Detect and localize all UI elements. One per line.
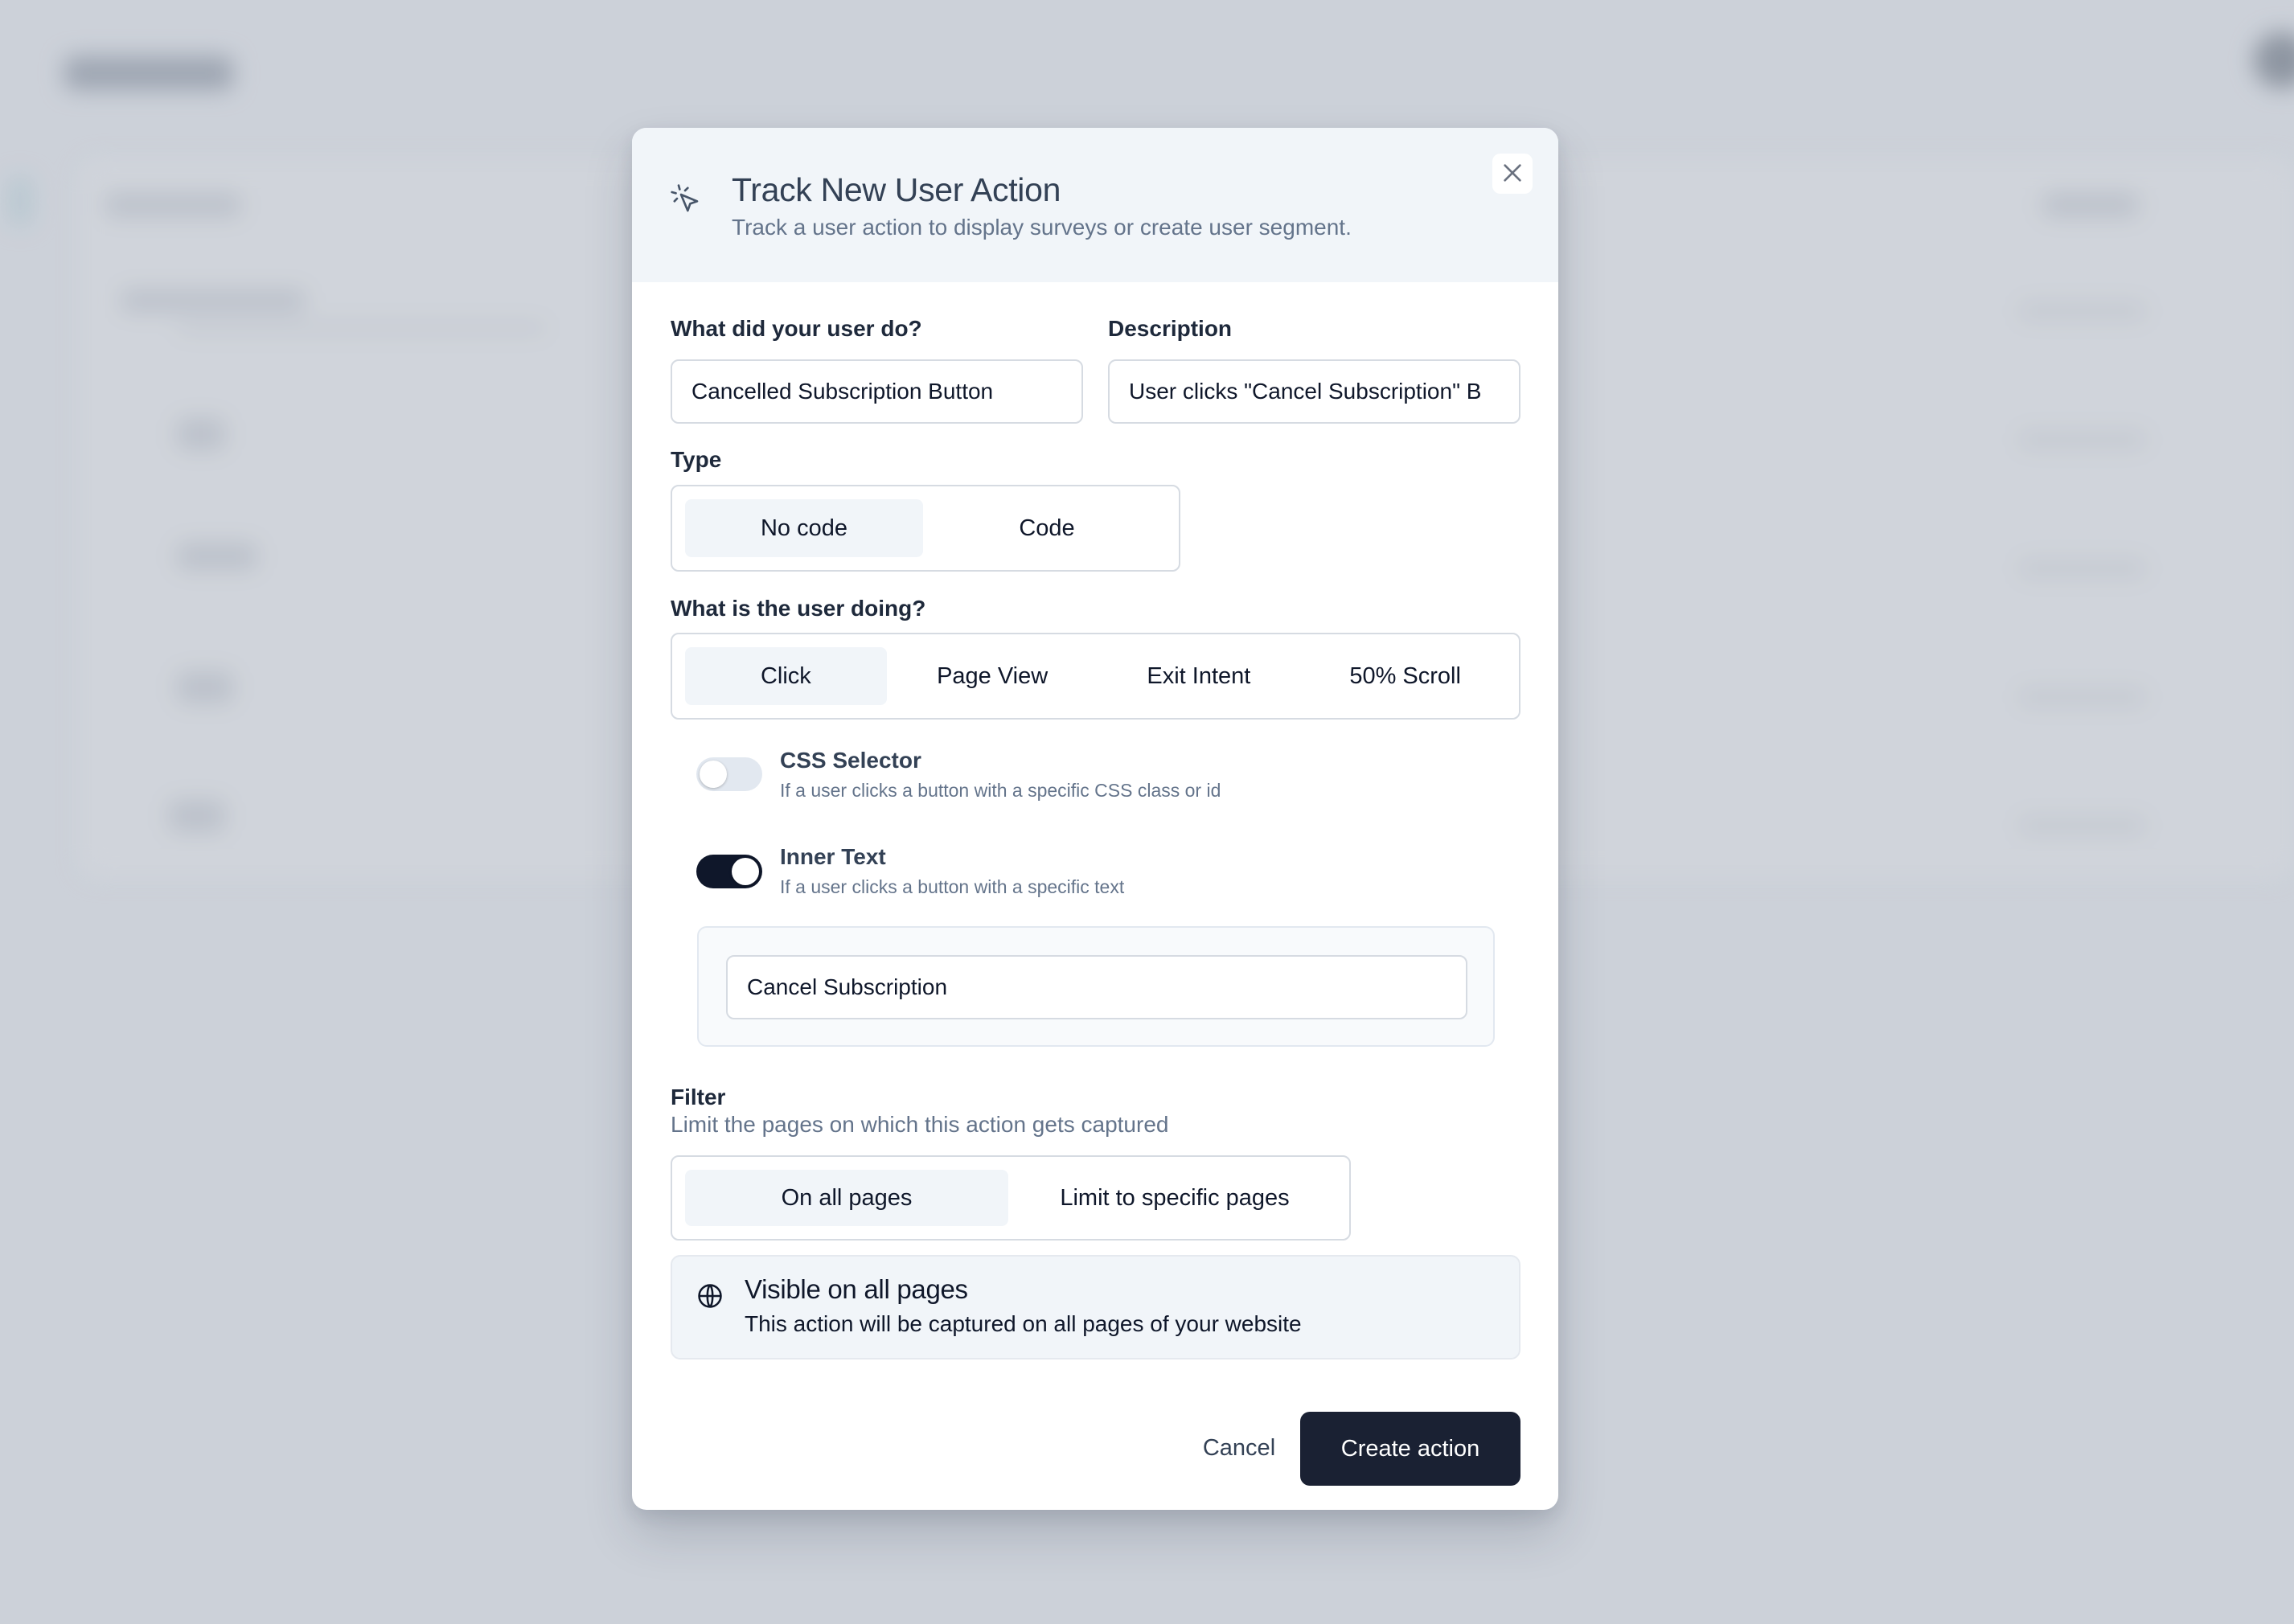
type-selector: No code Code bbox=[671, 485, 1180, 572]
info-description: This action will be captured on all page… bbox=[745, 1311, 1302, 1336]
css-selector-description: If a user clicks a button with a specifi… bbox=[780, 780, 1221, 801]
modal-subtitle: Track a user action to display surveys o… bbox=[732, 215, 1352, 240]
event-option-page-view[interactable]: Page View bbox=[892, 647, 1094, 705]
inner-text-input[interactable]: Cancel Subscription bbox=[726, 955, 1467, 1019]
event-option-exit-intent[interactable]: Exit Intent bbox=[1098, 647, 1300, 705]
filter-hint: Limit the pages on which this action get… bbox=[671, 1112, 1169, 1137]
filter-option-all-pages[interactable]: On all pages bbox=[685, 1170, 1008, 1226]
filter-label: Filter bbox=[671, 1085, 726, 1109]
modal-header: Track New User Action Track a user actio… bbox=[632, 128, 1558, 282]
cancel-button[interactable]: Cancel bbox=[1155, 1412, 1323, 1484]
inner-text-toggle[interactable] bbox=[696, 855, 762, 888]
action-name-input[interactable]: Cancelled Subscription Button bbox=[671, 359, 1083, 424]
page-filter-selector: On all pages Limit to specific pages bbox=[671, 1155, 1351, 1241]
cursor-click-icon bbox=[669, 182, 701, 215]
type-option-no-code[interactable]: No code bbox=[685, 499, 923, 557]
close-icon bbox=[1500, 160, 1525, 188]
description-input[interactable]: User clicks "Cancel Subscription" B bbox=[1108, 359, 1520, 424]
type-option-code[interactable]: Code bbox=[928, 499, 1166, 557]
inner-text-description: If a user clicks a button with a specifi… bbox=[780, 876, 1125, 897]
modal-title: Track New User Action bbox=[732, 171, 1061, 208]
create-action-button[interactable]: Create action bbox=[1300, 1412, 1520, 1486]
toggle-knob bbox=[700, 761, 727, 788]
inner-text-title: Inner Text bbox=[780, 844, 886, 869]
globe-icon bbox=[696, 1282, 724, 1310]
css-selector-title: CSS Selector bbox=[780, 748, 921, 773]
info-title: Visible on all pages bbox=[745, 1274, 968, 1304]
css-selector-toggle[interactable] bbox=[696, 757, 762, 791]
event-type-label: What is the user doing? bbox=[671, 596, 926, 621]
filter-info-box: Visible on all pages This action will be… bbox=[671, 1255, 1520, 1359]
filter-option-specific-pages[interactable]: Limit to specific pages bbox=[1013, 1170, 1336, 1226]
event-option-click[interactable]: Click bbox=[685, 647, 887, 705]
action-name-label: What did your user do? bbox=[671, 316, 922, 341]
event-type-selector: Click Page View Exit Intent 50% Scroll bbox=[671, 633, 1520, 720]
track-action-modal: Track New User Action Track a user actio… bbox=[632, 128, 1558, 1510]
type-label: Type bbox=[671, 447, 722, 472]
toggle-knob bbox=[732, 858, 759, 885]
event-option-scroll[interactable]: 50% Scroll bbox=[1304, 647, 1506, 705]
close-button[interactable] bbox=[1492, 154, 1533, 194]
inner-text-panel: Cancel Subscription bbox=[697, 926, 1495, 1047]
description-label: Description bbox=[1108, 316, 1233, 341]
